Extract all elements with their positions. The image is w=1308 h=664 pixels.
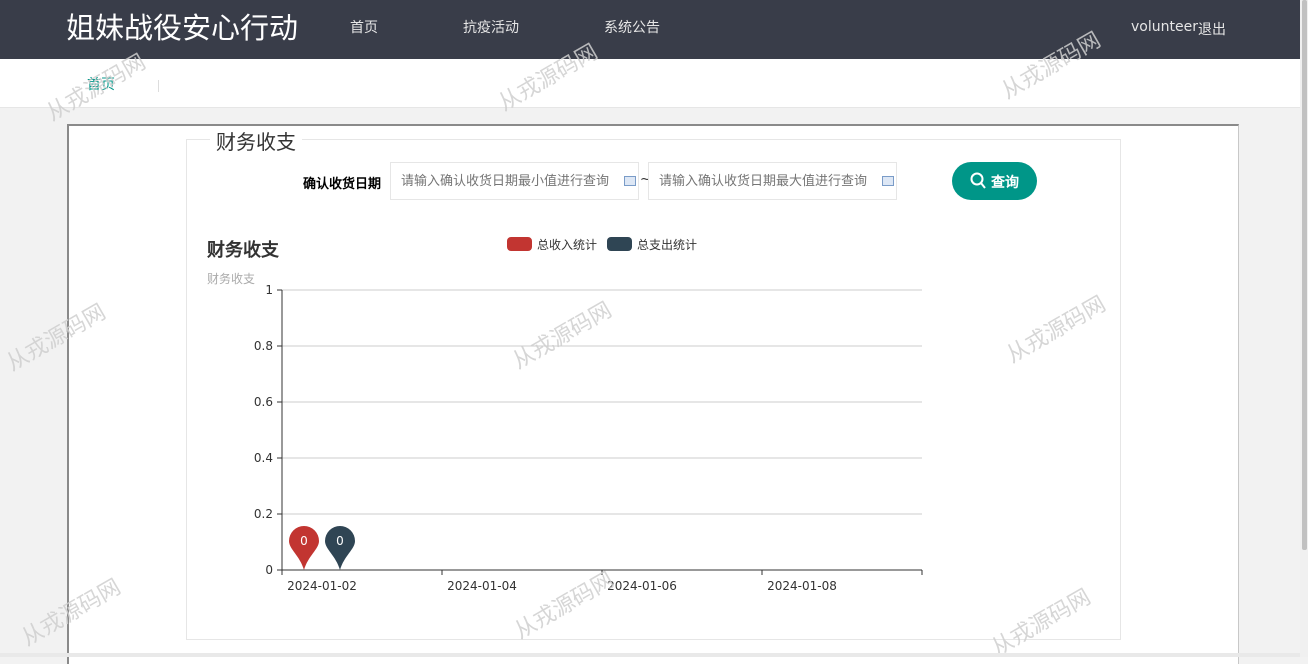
x-tick-label: 2024-01-04 <box>447 579 517 593</box>
data-point-label: 0 <box>300 534 308 548</box>
y-tick-label: 0.2 <box>254 507 273 521</box>
scrollbar-thumb[interactable] <box>1302 0 1307 550</box>
y-tick-label: 0.8 <box>254 339 273 353</box>
x-tick-label: 2024-01-06 <box>607 579 677 593</box>
page-bottom-edge <box>0 653 1300 657</box>
x-tick-label: 2024-01-08 <box>767 579 837 593</box>
y-tick-label: 1 <box>265 283 273 297</box>
data-point-label: 0 <box>336 534 344 548</box>
data-point-pin <box>289 526 319 570</box>
data-point-pin <box>325 526 355 570</box>
y-tick-label: 0 <box>265 563 273 577</box>
y-tick-label: 0.4 <box>254 451 273 465</box>
y-tick-label: 0.6 <box>254 395 273 409</box>
finance-chart: 0 0.2 0.4 0.6 0.8 1 2024-01-02 2024-01-04 2024-0… <box>254 283 923 593</box>
x-tick-label: 2024-01-02 <box>287 579 357 593</box>
